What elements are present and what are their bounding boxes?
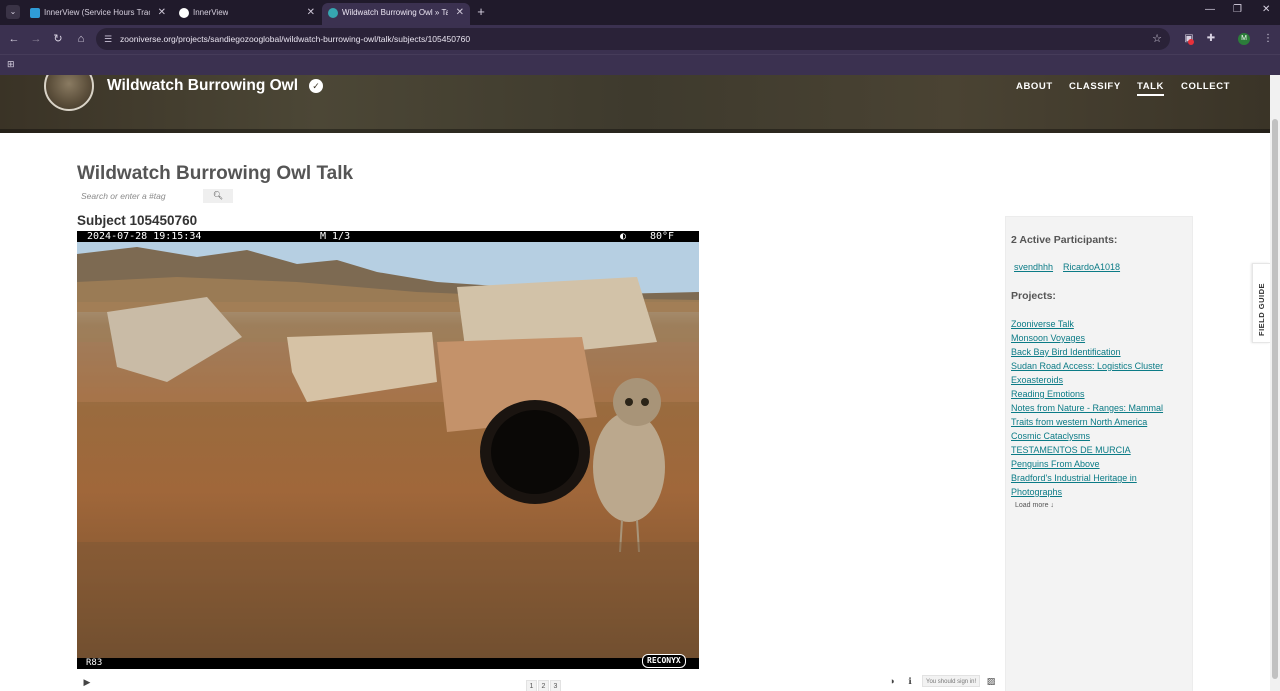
camera-brand-logo: RECONYX: [642, 654, 686, 668]
verified-badge-icon: ✓: [309, 79, 323, 93]
participant-link[interactable]: svendhhh: [1014, 262, 1053, 272]
profile-avatar[interactable]: M: [1238, 33, 1250, 45]
burrow-scene: [77, 242, 699, 658]
innerview-favicon-icon: [179, 8, 189, 18]
tab-title: InnerView (Service Hours Tracke: [44, 8, 150, 17]
nav-collect[interactable]: COLLECT: [1181, 81, 1230, 92]
load-more-button[interactable]: Load more ↓: [1015, 502, 1054, 509]
nav-classify[interactable]: CLASSIFY: [1069, 81, 1121, 92]
project-link[interactable]: Sudan Road Access: Logistics Cluster: [1011, 359, 1191, 373]
projects-heading: Projects:: [1011, 290, 1056, 302]
moon-phase-icon: ◐: [620, 231, 627, 242]
talk-search-input[interactable]: [77, 189, 203, 203]
home-icon[interactable]: ⌂: [74, 32, 88, 46]
zooniverse-favicon-icon: [328, 8, 338, 18]
search-icon: 🔍︎: [212, 191, 224, 200]
apps-grid-icon[interactable]: ⊞: [7, 59, 18, 70]
tab-wildwatch-talk[interactable]: Wildwatch Burrowing Owl » Talk ✕: [322, 3, 470, 25]
project-title[interactable]: Wildwatch Burrowing Owl: [107, 77, 298, 95]
collect-image-icon[interactable]: ▨: [985, 675, 997, 687]
bookmark-star-icon[interactable]: ☆: [1152, 32, 1162, 45]
camera-temperature: 80°F: [650, 231, 675, 242]
project-link[interactable]: Monsoon Voyages: [1011, 331, 1191, 345]
forward-arrow-icon[interactable]: →: [29, 32, 43, 46]
project-link[interactable]: TESTAMENTOS DE MURCIA: [1011, 443, 1191, 457]
tab-title: InnerView: [193, 8, 229, 17]
field-guide-tab[interactable]: FIELD GUIDE: [1252, 263, 1270, 343]
subject-title: Subject 105450760: [77, 213, 198, 228]
project-link[interactable]: Back Bay Bird Identification: [1011, 345, 1191, 359]
sign-in-note[interactable]: You should sign in!: [922, 675, 981, 687]
reload-icon[interactable]: ↻: [51, 32, 65, 46]
talk-page-title: Wildwatch Burrowing Owl Talk: [77, 163, 354, 184]
minimize-icon[interactable]: —: [1205, 4, 1215, 15]
page-scrollbar[interactable]: [1270, 75, 1280, 691]
play-icon: ▶: [83, 677, 91, 687]
project-avatar[interactable]: [44, 75, 94, 111]
bookmarks-bar: ⊞: [0, 54, 1280, 75]
participant-link[interactable]: RicardoA1018: [1063, 262, 1120, 272]
extension-badge: [1188, 39, 1194, 45]
subject-image[interactable]: 2024-07-28 19:15:34 M 1/3 ◐ 80°F R83 REC…: [77, 231, 699, 669]
play-frames-button[interactable]: ▶: [80, 675, 94, 689]
browser-menu-icon[interactable]: ⋮: [1261, 32, 1275, 46]
project-link[interactable]: Zooniverse Talk: [1011, 317, 1191, 331]
camera-datetime: 2024-07-28 19:15:34: [87, 231, 202, 242]
project-link[interactable]: Traits from western North America: [1011, 415, 1191, 429]
project-link[interactable]: Bradford's Industrial Heritage in: [1011, 471, 1191, 485]
invert-contrast-icon[interactable]: ◑: [886, 675, 898, 687]
close-tab-icon[interactable]: ✕: [158, 3, 166, 23]
url-text[interactable]: zooniverse.org/projects/sandiegozoogloba…: [120, 28, 470, 50]
site-info-icon[interactable]: ☰: [104, 33, 116, 45]
project-link[interactable]: Photographs: [1011, 485, 1191, 499]
address-bar[interactable]: ☰ zooniverse.org/projects/sandiegozooglo…: [96, 28, 1170, 50]
tab-innerview-service-hours[interactable]: InnerView (Service Hours Tracke ✕: [24, 3, 172, 25]
camera-info-strip: 2024-07-28 19:15:34 M 1/3 ◐ 80°F: [77, 231, 699, 242]
nav-talk[interactable]: TALK: [1137, 81, 1165, 96]
frame-selector: 123: [526, 675, 562, 691]
active-participants-heading: 2 Active Participants:: [1011, 234, 1118, 246]
metadata-info-icon[interactable]: ℹ: [904, 675, 916, 687]
browser-toolbar: ← → ↻ ⌂ ☰ zooniverse.org/projects/sandie…: [0, 25, 1280, 54]
talk-sidebar: 2 Active Participants: svendhhh RicardoA…: [1005, 216, 1193, 691]
frame-button-3[interactable]: 3: [550, 680, 561, 691]
camera-code: R83: [86, 658, 103, 668]
close-tab-icon[interactable]: ✕: [307, 3, 315, 23]
project-link[interactable]: Cosmic Cataclysms: [1011, 429, 1191, 443]
project-link[interactable]: Notes from Nature - Ranges: Mammal: [1011, 401, 1191, 415]
tab-title: Wildwatch Burrowing Owl » Talk: [342, 8, 448, 17]
tab-innerview[interactable]: InnerView ✕: [173, 3, 321, 25]
talk-search: 🔍︎: [77, 189, 233, 203]
camera-footer-strip: R83 RECONYX: [77, 654, 699, 669]
project-link[interactable]: Penguins From Above: [1011, 457, 1191, 471]
close-tab-icon[interactable]: ✕: [456, 3, 464, 23]
projects-list: Zooniverse Talk Monsoon Voyages Back Bay…: [1011, 317, 1191, 499]
innerview-favicon-icon: [30, 8, 40, 18]
page-viewport: Wildwatch Burrowing Owl ✓ ABOUT CLASSIFY…: [0, 75, 1280, 691]
restore-icon[interactable]: ❐: [1233, 4, 1242, 15]
nav-about[interactable]: ABOUT: [1016, 81, 1053, 92]
burrow-objects: [77, 277, 699, 658]
project-link[interactable]: Exoasteroids: [1011, 373, 1191, 387]
new-tab-button[interactable]: +: [474, 3, 488, 21]
puzzle-extensions-icon[interactable]: ✚: [1204, 32, 1218, 46]
camera-mode: M 1/3: [320, 231, 351, 242]
tab-search-icon[interactable]: ⌄: [6, 5, 20, 19]
back-arrow-icon[interactable]: ←: [7, 32, 21, 46]
field-guide-label: FIELD GUIDE: [1257, 282, 1266, 336]
close-window-icon[interactable]: ✕: [1262, 4, 1270, 15]
scrollbar-thumb[interactable]: [1272, 119, 1278, 679]
project-header: Wildwatch Burrowing Owl ✓ ABOUT CLASSIFY…: [0, 75, 1270, 133]
search-button[interactable]: 🔍︎: [203, 189, 233, 203]
project-link[interactable]: Reading Emotions: [1011, 387, 1191, 401]
frame-button-2[interactable]: 2: [538, 680, 549, 691]
frame-button-1[interactable]: 1: [526, 680, 537, 691]
browser-tab-bar: ⌄ InnerView (Service Hours Tracke ✕ Inne…: [0, 0, 1280, 25]
